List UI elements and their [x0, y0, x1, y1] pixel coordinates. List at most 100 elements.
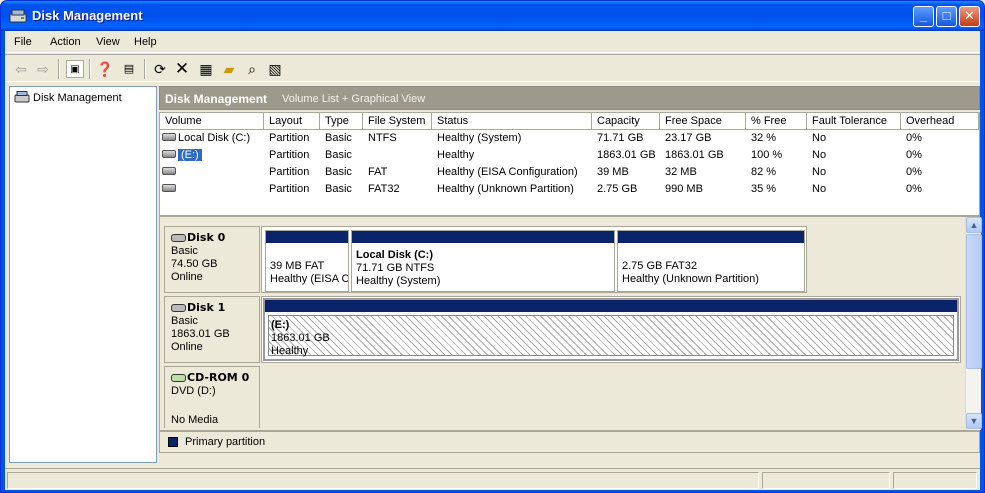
maximize-button[interactable]: □	[936, 6, 957, 27]
properties-pane-icon[interactable]: ▤	[120, 60, 138, 78]
volume-layout: Partition	[269, 183, 310, 195]
close-button[interactable]: ✕	[959, 6, 980, 27]
volume-free: 32 MB	[665, 166, 697, 178]
volume-icon	[162, 167, 176, 175]
partition-local-disk-c[interactable]: Local Disk (C:) 71.71 GB NTFS Healthy (S…	[351, 230, 615, 292]
delete-icon[interactable]: ✕	[173, 60, 191, 78]
volume-overhead: 0%	[906, 149, 922, 161]
volume-overhead: 0%	[906, 166, 922, 178]
partition-line1: 2.75 GB FAT32	[622, 260, 698, 272]
scroll-thumb[interactable]	[966, 234, 982, 369]
scroll-down-button[interactable]: ▼	[966, 413, 982, 429]
open-folder-icon[interactable]: ▰	[220, 60, 238, 78]
volume-capacity: 2.75 GB	[597, 183, 638, 195]
volume-icon	[162, 133, 176, 141]
disk-label-disk-0[interactable]: Disk 0 Basic 74.50 GB Online	[164, 226, 260, 293]
status-panel	[7, 472, 759, 489]
volume-overhead: 0%	[906, 132, 922, 144]
column-header-volume[interactable]: Volume	[160, 113, 264, 130]
settings-icon[interactable]: ▧	[266, 60, 284, 78]
primary-partition-bar	[265, 300, 957, 312]
graphical-view[interactable]: Disk 0 Basic 74.50 GB Online 39 MB FAT H…	[159, 216, 982, 431]
volume-free: 1863.01 GB	[665, 149, 724, 161]
volume-status: Healthy (EISA Configuration)	[437, 166, 578, 178]
disk-management-icon	[9, 9, 27, 23]
disk-state: No Media	[171, 414, 219, 426]
volume-type: Basic	[325, 132, 352, 144]
volume-list[interactable]: Volume Layout Type File System Status Ca…	[159, 112, 980, 216]
volume-layout: Partition	[269, 132, 310, 144]
hard-disk-icon	[171, 234, 186, 242]
properties-icon[interactable]: ▦	[197, 60, 215, 78]
back-arrow-icon[interactable]: ⇦	[12, 60, 30, 78]
disk-map-disk-0: 39 MB FAT Healthy (EISA C Local Disk (C:…	[261, 226, 807, 293]
volume-layout: Partition	[269, 149, 310, 161]
volume-capacity: 71.71 GB	[597, 132, 644, 144]
column-header-overhead[interactable]: Overhead	[901, 113, 979, 130]
tree-item-disk-management[interactable]: Disk Management	[14, 91, 122, 104]
toolbar-separator	[58, 59, 60, 79]
menu-bar: File Action View Help	[5, 31, 980, 53]
disk-label-disk-1[interactable]: Disk 1 Basic 1863.01 GB Online	[164, 296, 260, 363]
toolbar: ⇦ ⇨ ▣ ❓ ▤ ⟳ ✕ ▦ ▰ ⌕ ▧	[5, 54, 980, 82]
menu-action[interactable]: Action	[50, 36, 81, 48]
selected-partition-hatch	[268, 315, 954, 356]
partition-name: (E:)	[271, 319, 290, 331]
volume-fault: No	[812, 132, 827, 144]
volume-free: 23.17 GB	[665, 132, 712, 144]
column-header-percent-free[interactable]: % Free	[746, 113, 807, 130]
volume-type: Basic	[325, 149, 352, 161]
vertical-scrollbar[interactable]: ▲ ▼	[965, 217, 982, 430]
column-header-file-system[interactable]: File System	[363, 113, 432, 130]
status-panel	[762, 472, 890, 489]
volume-status: Healthy	[437, 149, 475, 161]
column-header-free-space[interactable]: Free Space	[660, 113, 746, 130]
volume-free: 990 MB	[665, 183, 703, 195]
primary-partition-bar	[266, 231, 348, 243]
volume-pct-free: 100 %	[751, 149, 783, 161]
volume-pct-free: 82 %	[751, 166, 777, 178]
partition-e[interactable]: (E:) 1863.01 GB Healthy	[263, 298, 959, 361]
window-title: Disk Management	[32, 8, 143, 23]
partition-line2: Healthy (Unknown Partition)	[622, 273, 759, 285]
menu-view[interactable]: View	[96, 36, 120, 48]
disk-management-icon	[14, 91, 30, 103]
partition-fat32[interactable]: 2.75 GB FAT32 Healthy (Unknown Partition…	[617, 230, 805, 292]
column-header-fault-tolerance[interactable]: Fault Tolerance	[807, 113, 901, 130]
menu-help[interactable]: Help	[134, 36, 157, 48]
disk-size: 1863.01 GB	[171, 328, 230, 340]
partition-line1: 39 MB FAT	[270, 260, 325, 272]
column-header-layout[interactable]: Layout	[264, 113, 320, 130]
help-icon[interactable]: ❓	[96, 60, 114, 78]
pane-title: Disk Management	[165, 92, 268, 106]
partition-eisa[interactable]: 39 MB FAT Healthy (EISA C	[265, 230, 349, 292]
volume-fault: No	[812, 183, 827, 195]
column-header-status[interactable]: Status	[432, 113, 592, 130]
forward-arrow-icon[interactable]: ⇨	[34, 60, 52, 78]
primary-partition-bar	[618, 231, 804, 243]
column-header-type[interactable]: Type	[320, 113, 363, 130]
title-bar[interactable]: Disk Management _ □ ✕	[1, 1, 984, 31]
menu-file[interactable]: File	[14, 36, 32, 48]
primary-partition-bar	[352, 231, 614, 243]
column-header-capacity[interactable]: Capacity	[592, 113, 660, 130]
refresh-icon[interactable]: ⟳	[151, 60, 169, 78]
volume-name-selected: (E:)	[178, 149, 202, 161]
volume-name: Local Disk (C:)	[178, 132, 251, 144]
console-tree[interactable]: Disk Management	[9, 86, 157, 463]
disk-label-cdrom-0[interactable]: CD-ROM 0 DVD (D:) No Media	[164, 366, 260, 428]
show-hide-tree-icon[interactable]: ▣	[66, 60, 84, 78]
volume-icon	[162, 184, 176, 192]
scroll-up-button[interactable]: ▲	[966, 217, 982, 233]
minimize-button[interactable]: _	[913, 6, 934, 27]
search-icon[interactable]: ⌕	[243, 60, 261, 78]
pane-subtitle: Volume List + Graphical View	[282, 93, 426, 105]
disk-state: Online	[171, 271, 203, 283]
disk-kind: DVD (D:)	[171, 385, 216, 397]
volume-fs: NTFS	[368, 132, 397, 144]
volume-pct-free: 35 %	[751, 183, 777, 195]
pane-header: Disk Management Volume List + Graphical …	[159, 86, 980, 110]
volume-status: Healthy (Unknown Partition)	[437, 183, 574, 195]
disk-kind: Basic	[171, 245, 198, 257]
volume-fs: FAT32	[368, 183, 400, 195]
